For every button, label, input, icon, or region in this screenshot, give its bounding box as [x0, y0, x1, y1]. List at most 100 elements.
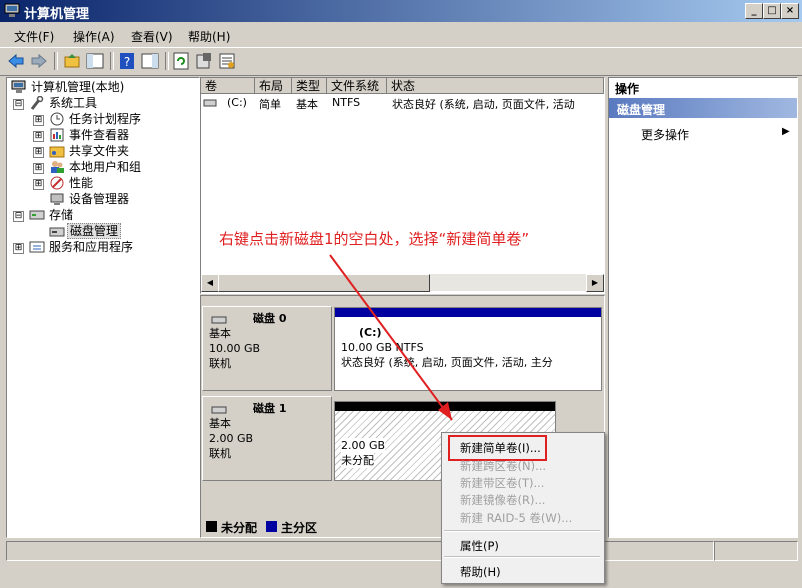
disk0-name: 磁盘 0: [253, 312, 287, 325]
menu-help[interactable]: 帮助(H): [460, 564, 501, 580]
status-bar-panel: [714, 541, 798, 561]
disk0-type: 基本: [209, 327, 231, 340]
disk1-name: 磁盘 1: [253, 402, 287, 415]
refresh-icon[interactable]: [171, 51, 191, 71]
disk1-state: 联机: [209, 447, 231, 460]
tree-item-disk-management[interactable]: 磁盘管理: [67, 223, 122, 239]
device-manager-icon: [50, 193, 64, 205]
col-volume[interactable]: 卷: [201, 78, 255, 94]
expander-local-users[interactable]: ⊞: [33, 163, 44, 174]
legend-primary: 主分区: [281, 521, 318, 535]
instruction-annotation: 右键点击新磁盘1的空白处，选择“新建简单卷”: [219, 230, 530, 248]
console-tree: 计算机管理(本地) ⊟ 系统工具 ⊞ 任务计划程序 ⊞ 事件查看器 ⊞ 共享文件…: [6, 77, 200, 538]
menu-properties[interactable]: 属性(P): [460, 538, 499, 554]
tree-item-task-scheduler[interactable]: 任务计划程序: [69, 111, 141, 127]
menu-action[interactable]: 操作(A): [73, 28, 115, 45]
legend-primary-swatch: [266, 521, 277, 532]
disk-management-icon: [49, 227, 65, 237]
show-hide-tree-icon[interactable]: [85, 51, 105, 71]
tree-item-services-apps[interactable]: 服务和应用程序: [49, 239, 133, 255]
tree-item-device-manager[interactable]: 设备管理器: [69, 191, 129, 207]
disk1-type: 基本: [209, 417, 231, 430]
expander-task-scheduler[interactable]: ⊞: [33, 115, 44, 126]
menu-bar: 文件(F) 操作(A) 查看(V) 帮助(H): [0, 25, 802, 45]
col-type[interactable]: 类型: [292, 78, 327, 94]
computer-management-icon: [4, 3, 20, 17]
window-title: 计算机管理: [24, 7, 90, 22]
menu-separator: [444, 530, 600, 532]
menu-file[interactable]: 文件(F): [14, 28, 54, 45]
disk0-drive-icon: [211, 316, 227, 324]
disk1-size: 2.00 GB: [209, 432, 254, 445]
cell-filesystem: NTFS: [332, 96, 361, 109]
maximize-button[interactable]: □: [763, 3, 781, 19]
tree-item-shared-folders[interactable]: 共享文件夹: [69, 143, 129, 159]
toolbar: ?: [0, 47, 802, 76]
menu-new-simple-volume[interactable]: 新建简单卷(I)...: [460, 440, 541, 456]
more-actions-arrow-icon: ▶: [782, 126, 790, 137]
menu-new-spanned-volume[interactable]: 新建跨区卷(N)...: [460, 458, 546, 474]
cell-type: 基本: [296, 98, 318, 111]
col-status[interactable]: 状态: [387, 78, 604, 94]
cell-volume: (C:): [227, 96, 247, 109]
disk0-size: 10.00 GB: [209, 342, 261, 355]
disk0-state: 联机: [209, 357, 231, 370]
forward-arrow-icon[interactable]: [29, 51, 49, 71]
disk0-info[interactable]: 磁盘 0 基本 10.00 GB 联机: [202, 306, 332, 391]
tree-item-performance[interactable]: 性能: [69, 175, 93, 191]
expander-performance[interactable]: ⊞: [33, 179, 44, 190]
more-actions-link[interactable]: 更多操作: [641, 126, 689, 143]
cell-status: 状态良好 (系统, 启动, 页面文件, 活动: [392, 98, 575, 111]
up-folder-icon[interactable]: [62, 51, 82, 71]
menu-new-mirrored-volume[interactable]: 新建镜像卷(R)...: [460, 492, 545, 508]
menu-new-striped-volume[interactable]: 新建带区卷(T)...: [460, 475, 544, 491]
scroll-left-button[interactable]: ◀: [201, 274, 219, 292]
properties-icon[interactable]: [194, 51, 214, 71]
col-layout[interactable]: 布局: [255, 78, 292, 94]
disk1-info[interactable]: 磁盘 1 基本 2.00 GB 联机: [202, 396, 332, 481]
close-button[interactable]: ×: [781, 3, 799, 19]
title-bar[interactable]: [0, 0, 802, 22]
scroll-right-button[interactable]: ▶: [586, 274, 604, 292]
expander-shared-folders[interactable]: ⊞: [33, 147, 44, 158]
menu-help[interactable]: 帮助(H): [188, 28, 230, 45]
tree-item-system-tools[interactable]: 系统工具: [49, 95, 97, 111]
svg-text:?: ?: [124, 55, 130, 69]
legend-unallocated: 未分配: [221, 521, 258, 535]
event-viewer-icon: [50, 128, 64, 142]
tree-item-disk-management-label: 磁盘管理: [67, 223, 122, 239]
storage-icon: [29, 210, 45, 220]
services-apps-icon: [29, 241, 45, 253]
annotation-arrow-icon: [329, 254, 453, 421]
unallocated-size: 2.00 GB: [341, 438, 386, 453]
expander-event-viewer[interactable]: ⊞: [33, 131, 44, 142]
unallocated-status: 未分配: [341, 453, 374, 468]
shared-folder-icon: [49, 146, 65, 158]
back-arrow-icon[interactable]: [6, 51, 26, 71]
help-icon[interactable]: ?: [117, 51, 137, 71]
expander-storage[interactable]: ⊟: [13, 211, 24, 222]
expander-system-tools[interactable]: ⊟: [13, 99, 24, 110]
performance-icon: [50, 176, 64, 190]
computer-management-icon: [11, 80, 26, 93]
status-bar: [6, 541, 714, 561]
disk1-drive-icon: [211, 406, 227, 414]
show-hide-action-pane-icon[interactable]: [140, 51, 160, 71]
menu-view[interactable]: 查看(V): [131, 28, 173, 45]
system-tools-icon: [30, 96, 44, 110]
tree-item-event-viewer[interactable]: 事件查看器: [69, 127, 129, 143]
actions-pane: 操作 磁盘管理 更多操作 ▶: [608, 77, 798, 538]
task-scheduler-clock-icon: [50, 112, 64, 126]
actions-header: 操作: [615, 82, 640, 96]
export-list-icon[interactable]: [217, 51, 237, 71]
tree-root[interactable]: 计算机管理(本地): [31, 79, 124, 95]
expander-services-apps[interactable]: ⊞: [13, 243, 24, 254]
cell-layout: 简单: [259, 98, 281, 111]
users-icon: [51, 161, 64, 173]
tree-item-local-users[interactable]: 本地用户和组: [69, 159, 141, 175]
actions-section-label: 磁盘管理: [617, 103, 666, 117]
minimize-button[interactable]: _: [745, 3, 763, 19]
menu-new-raid5-volume[interactable]: 新建 RAID-5 卷(W)...: [460, 510, 572, 526]
col-filesystem[interactable]: 文件系统: [327, 78, 387, 94]
tree-item-storage[interactable]: 存储: [49, 207, 73, 223]
